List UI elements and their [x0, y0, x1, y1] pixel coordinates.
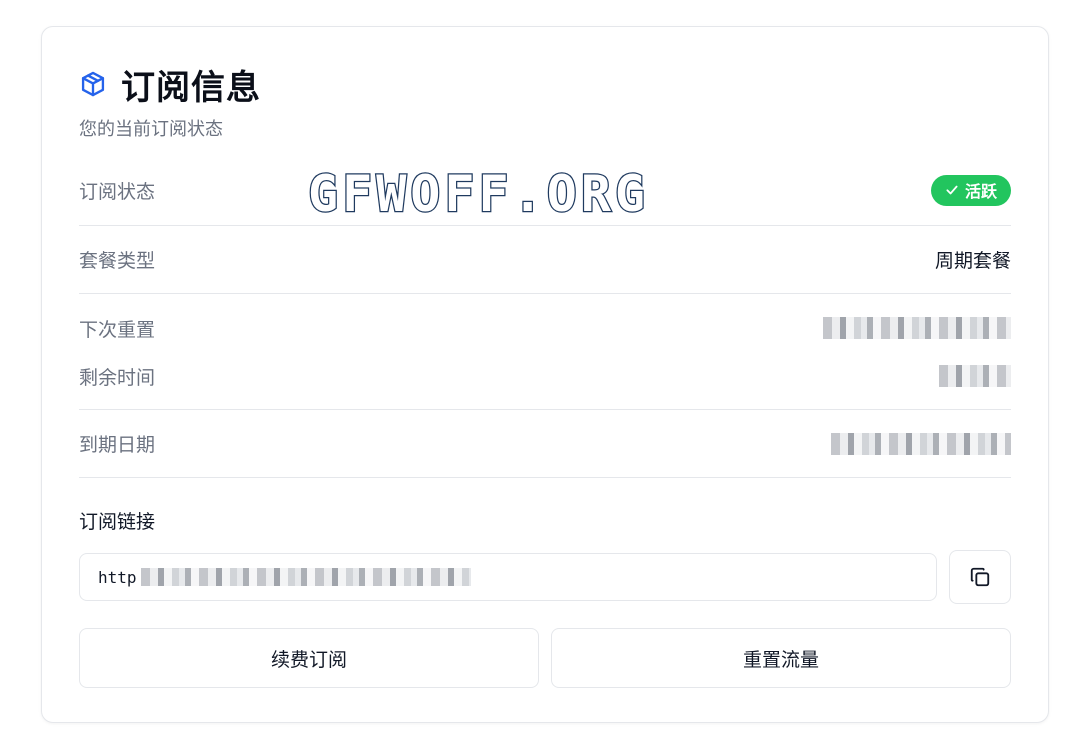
subscription-link-prefix: http: [98, 567, 137, 587]
status-badge-text: 活跃: [964, 182, 997, 201]
status-badge: 活跃: [930, 174, 1011, 206]
remaining-label: 剩余时间: [79, 366, 156, 389]
action-row: 续费订阅 重置流量: [79, 628, 1011, 688]
divider: [79, 477, 1011, 478]
renew-subscription-button[interactable]: 续费订阅: [79, 628, 539, 688]
copy-link-button[interactable]: [949, 550, 1011, 604]
subscription-details: 订阅状态 活跃 套餐类型 周期套餐 下次重置 剩余时间 到期日期: [79, 168, 1011, 478]
check-icon: [946, 185, 958, 195]
reset-traffic-button[interactable]: 重置流量: [551, 628, 1011, 688]
plan-value: 周期套餐: [934, 250, 1011, 272]
row-plan: 套餐类型 周期套餐: [79, 226, 1011, 293]
subscription-link-input[interactable]: http: [79, 553, 937, 601]
remaining-value-redacted: [939, 365, 1011, 387]
title-row: 订阅信息: [79, 61, 1011, 108]
row-remaining: 剩余时间: [79, 352, 1011, 400]
subscription-link-redacted: [140, 568, 471, 586]
subscription-link-section: 订阅链接 http 续费订阅 重置流量: [79, 507, 1011, 688]
copy-icon: [970, 567, 990, 587]
plan-label: 套餐类型: [79, 250, 156, 272]
expiry-value-redacted: [831, 432, 1011, 455]
subscription-link-row: http: [79, 550, 1011, 604]
row-status: 订阅状态 活跃: [79, 168, 1011, 212]
page-subtitle: 您的当前订阅状态: [79, 119, 223, 140]
row-expiry: 到期日期: [79, 410, 1011, 477]
card-header: 订阅信息 您的当前订阅状态: [79, 61, 1011, 141]
next-reset-label: 下次重置: [79, 318, 156, 341]
expiry-label: 到期日期: [79, 434, 156, 456]
row-next-reset: 下次重置: [79, 304, 1011, 352]
page-title: 订阅信息: [121, 67, 261, 108]
package-icon: [79, 70, 107, 98]
status-label: 订阅状态: [79, 180, 156, 203]
subscription-card: 订阅信息 您的当前订阅状态 GFWOFF.ORG 订阅状态 活跃 套餐类型 周期…: [41, 26, 1049, 723]
next-reset-value-redacted: [823, 317, 1011, 339]
subscription-link-label: 订阅链接: [79, 511, 156, 533]
